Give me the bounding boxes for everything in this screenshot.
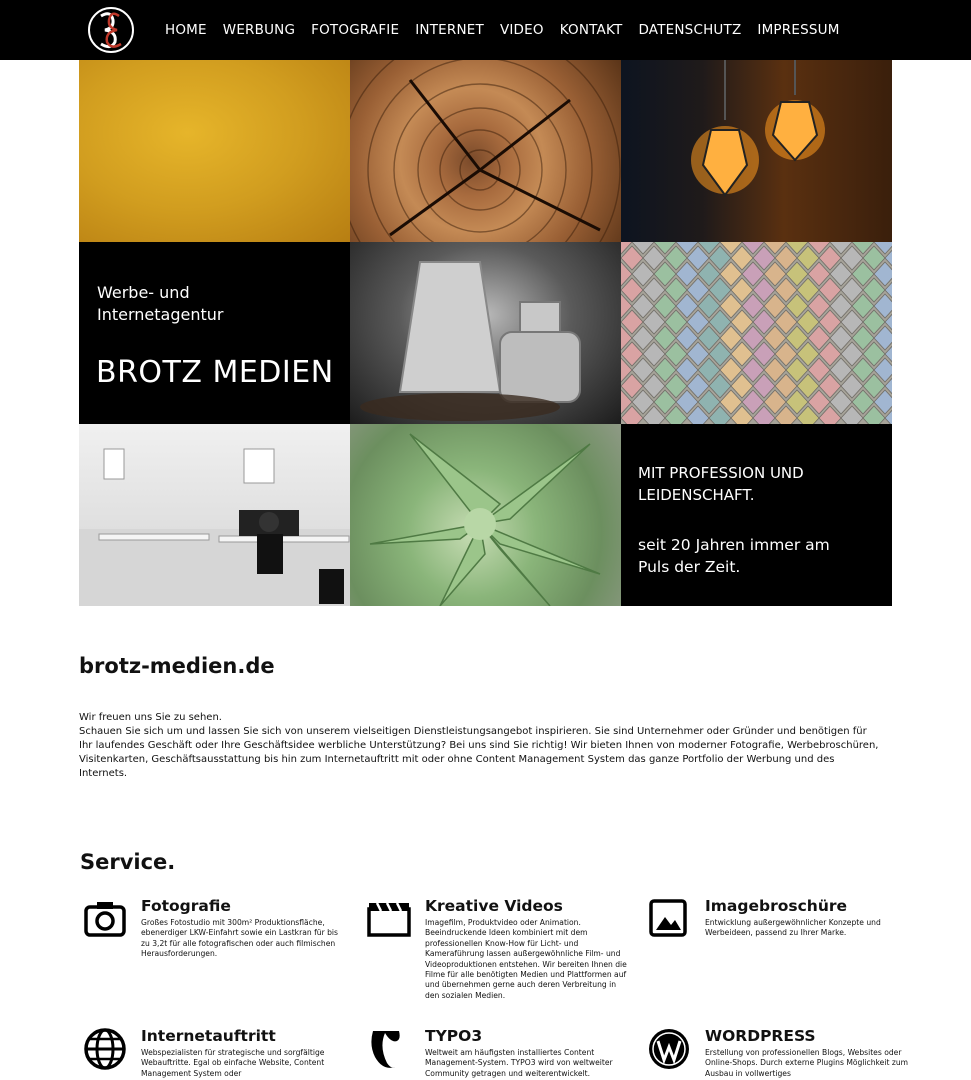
yellow-wall-image <box>79 60 350 242</box>
camera-icon <box>84 902 126 937</box>
claim-line2: LEIDENSCHAFT. <box>638 486 755 504</box>
nav-internet[interactable]: INTERNET <box>415 22 484 38</box>
service-title-wordpress: WORDPRESS <box>705 1027 816 1045</box>
lamps-image <box>621 60 892 242</box>
brand-name: BROTZ MEDIEN <box>96 355 334 390</box>
hero-image-grid: Werbe- und Internetagentur BROTZ MEDIEN <box>79 60 892 607</box>
claim-line1: MIT PROFESSION UND <box>638 464 804 482</box>
service-text-fotografie: Großes Fotostudio mit 300m² Produktionsf… <box>141 918 338 959</box>
coffee-pot-graphic <box>360 261 581 421</box>
service-text-typo3: Weltweit am häufigsten installiertes Con… <box>425 1048 613 1078</box>
top-navigation-bar: HOME WERBUNG FOTOGRAFIE INTERNET VIDEO K… <box>0 0 971 60</box>
nav-fotografie[interactable]: FOTOGRAFIE <box>311 22 399 38</box>
brotz-logo-icon[interactable] <box>87 6 135 54</box>
service-title-internetauftritt: Internetauftritt <box>141 1027 276 1045</box>
globe-icon <box>84 1028 126 1070</box>
service-title-imagebroschuere: Imagebroschüre <box>705 897 848 915</box>
service-title-fotografie: Fotografie <box>141 897 231 915</box>
nav-werbung[interactable]: WERBUNG <box>223 22 295 38</box>
service-title-typo3: TYPO3 <box>425 1027 483 1045</box>
office-graphic <box>79 448 350 606</box>
tree-rings-graphic <box>350 60 621 242</box>
succulent-graphic <box>369 433 601 606</box>
service-heading: Service. <box>80 850 176 874</box>
intro-text: Wir freuen uns Sie zu sehen. Schauen Sie… <box>79 711 879 781</box>
agency-subtitle-line2: Internetagentur <box>97 305 224 324</box>
site-title: brotz-medien.de <box>79 654 275 678</box>
service-text-imagebroschuere: Entwicklung außergewöhnlicher Konzepte u… <box>705 918 881 938</box>
nav-datenschutz[interactable]: DATENSCHUTZ <box>638 22 741 38</box>
service-text-internetauftritt: Webspezialisten für strategische und sor… <box>141 1048 325 1078</box>
image-icon <box>649 899 687 937</box>
agency-intro-tile: Werbe- und Internetagentur BROTZ MEDIEN <box>79 242 350 424</box>
tree-rings-image <box>350 60 621 242</box>
agency-subtitle-line1: Werbe- und <box>97 283 190 302</box>
lamps-graphic <box>691 60 825 197</box>
nav-home[interactable]: HOME <box>165 22 207 38</box>
nav-impressum[interactable]: IMPRESSUM <box>757 22 839 38</box>
wordpress-icon <box>649 1029 689 1069</box>
colored-tiles-graphic <box>621 242 892 424</box>
claim-profession: MIT PROFESSION UND LEIDENSCHAFT. <box>638 462 868 506</box>
agency-subtitle: Werbe- und Internetagentur <box>97 282 223 326</box>
coffee-pot-image <box>350 242 621 424</box>
office-image <box>79 424 350 606</box>
intro-greeting: Wir freuen uns Sie zu sehen. <box>79 712 222 723</box>
intro-paragraph: Schauen Sie sich um und lassen Sie sich … <box>79 726 879 779</box>
succulent-image <box>350 424 621 606</box>
claim2-line2: Puls der Zeit. <box>638 558 741 576</box>
service-text-wordpress: Erstellung von professionellen Blogs, We… <box>705 1048 909 1078</box>
claim-years: seit 20 Jahren immer am Puls der Zeit. <box>638 534 878 578</box>
colored-tiles-image <box>621 242 892 424</box>
nav-kontakt[interactable]: KONTAKT <box>560 22 623 38</box>
main-nav: HOME WERBUNG FOTOGRAFIE INTERNET VIDEO K… <box>165 22 856 38</box>
claim-tile: MIT PROFESSION UND LEIDENSCHAFT. seit 20… <box>621 424 892 606</box>
claim2-line1: seit 20 Jahren immer am <box>638 536 830 554</box>
service-text-videos: Imagefilm, Produktvideo oder Animation. … <box>425 918 627 1000</box>
service-title-videos: Kreative Videos <box>425 897 563 915</box>
clapperboard-icon <box>367 902 411 937</box>
nav-video[interactable]: VIDEO <box>500 22 544 38</box>
typo3-icon <box>371 1031 400 1068</box>
